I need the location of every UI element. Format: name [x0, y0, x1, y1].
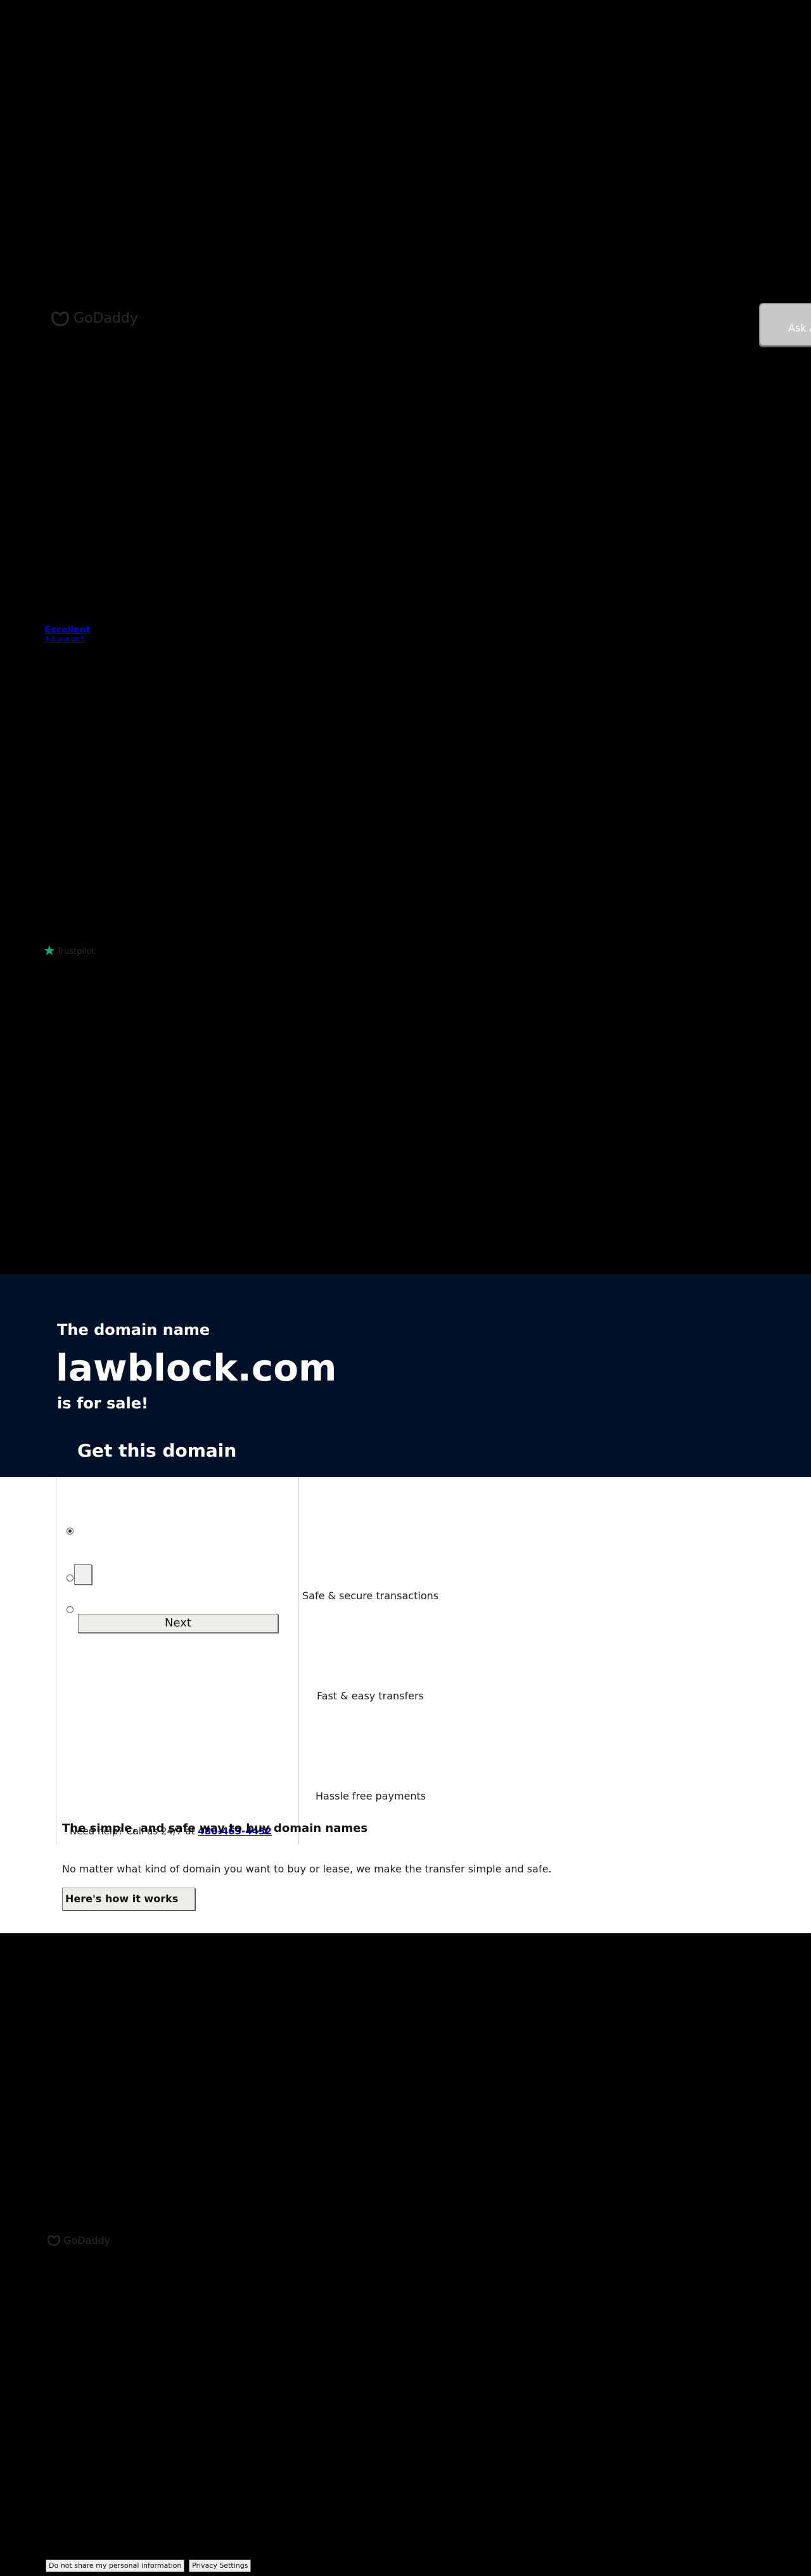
feature-fast-transfers: Fast & easy transfers — [317, 1690, 424, 1702]
lease-radio[interactable] — [67, 1606, 73, 1613]
buy-now-radio[interactable] — [67, 1528, 73, 1535]
make-offer-radio[interactable] — [67, 1575, 73, 1581]
content-section: Next Need help? Call us 24/7 at 480-463-… — [0, 1477, 811, 1933]
footer-godaddy-logo[interactable]: GoDaddy — [47, 2234, 110, 2246]
rating-label[interactable]: Excellent — [44, 625, 90, 635]
feature-secure-transactions: Safe & secure transactions — [302, 1590, 439, 1602]
next-button[interactable]: Next — [78, 1614, 278, 1633]
trustpilot-rating[interactable]: Excellent 4.6 out of 5 — [44, 625, 90, 643]
godaddy-mark-icon — [51, 311, 69, 326]
star-icon: ★ — [43, 943, 56, 959]
how-it-works-button[interactable]: Here's how it works — [62, 1888, 195, 1910]
info-description: No matter what kind of domain you want t… — [62, 1863, 552, 1875]
godaddy-logo[interactable]: GoDaddy — [51, 309, 138, 327]
trustpilot-logo[interactable]: ★ Trustpilot — [43, 944, 95, 958]
get-domain-heading: Get this domain — [77, 1440, 237, 1461]
godaddy-mark-icon — [48, 2235, 60, 2246]
hero-post-title: is for sale! — [57, 1394, 148, 1412]
privacy-settings-button[interactable]: Privacy Settings — [189, 2560, 252, 2572]
option-button[interactable] — [74, 1564, 92, 1585]
ask-button[interactable]: Ask A — [759, 303, 811, 346]
info-title: The simple, and safe way to buy domain n… — [62, 1822, 368, 1835]
hero-banner: The domain name lawblock.com is for sale… — [0, 1274, 811, 1477]
offer-card: Next — [56, 1477, 299, 1845]
footer-logo-text: GoDaddy — [63, 2234, 111, 2246]
godaddy-logo-text: GoDaddy — [73, 310, 138, 326]
trustpilot-logo-text: Trustpilot — [56, 946, 95, 956]
feature-hassle-free-payments: Hassle free payments — [316, 1790, 426, 1802]
rating-sub[interactable]: 4.6 out of 5 — [44, 635, 90, 643]
do-not-share-button[interactable]: Do not share my personal information — [46, 2560, 185, 2572]
domain-name: lawblock.com — [56, 1346, 337, 1389]
hero-pre-title: The domain name — [57, 1321, 210, 1339]
